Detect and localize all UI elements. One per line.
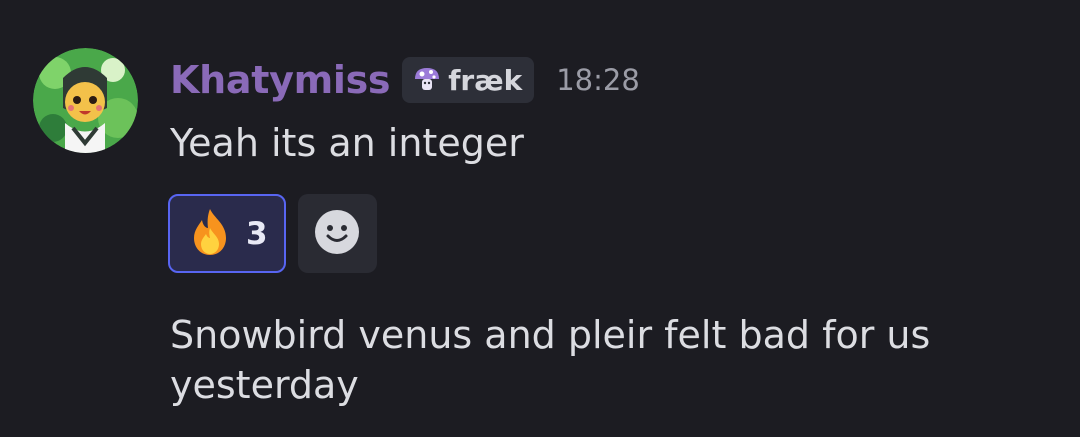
add-reaction-button[interactable] <box>297 194 377 273</box>
reaction-bar: 3 <box>168 194 377 273</box>
avatar-image <box>33 48 138 153</box>
role-tag-label: fræk <box>448 63 523 97</box>
role-tag[interactable]: fræk <box>402 57 535 103</box>
reaction-fire[interactable]: 3 <box>168 194 286 273</box>
reaction-count: 3 <box>246 215 268 252</box>
timestamp: 18:28 <box>556 63 640 97</box>
chat-view: Khatymiss fræk 18:28 Yeah its an integer <box>0 0 1080 437</box>
username[interactable]: Khatymiss <box>170 58 391 102</box>
smiley-face-icon <box>314 209 360 259</box>
mushroom-icon <box>412 65 442 95</box>
message-header: Khatymiss fræk 18:28 <box>170 52 640 108</box>
message-text: Snowbird venus and pleir felt bad for us… <box>170 313 943 407</box>
message-text: Yeah its an integer <box>170 121 524 165</box>
fire-emoji-icon <box>184 206 236 262</box>
avatar[interactable] <box>33 48 138 153</box>
